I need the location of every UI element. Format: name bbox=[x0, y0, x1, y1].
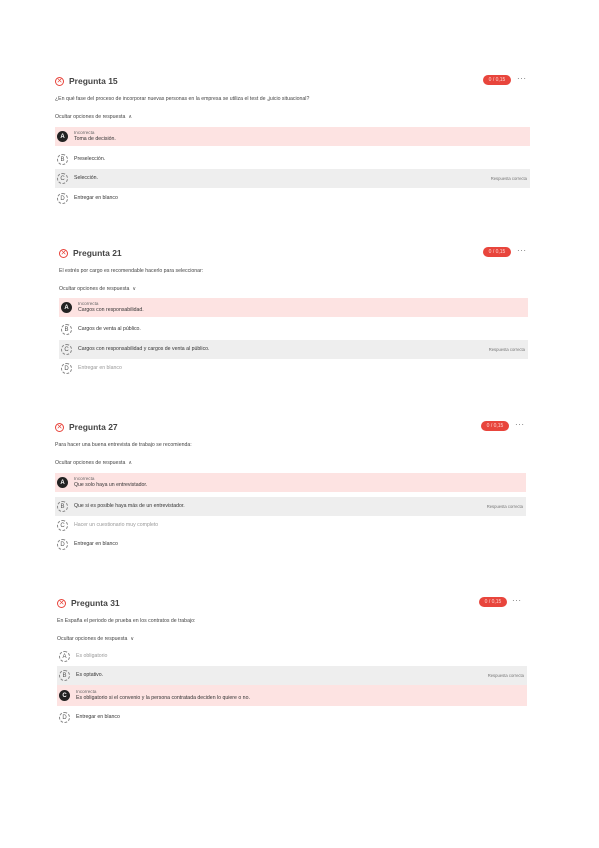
chevron-up-icon: ∧ bbox=[128, 460, 133, 466]
toggle-label: Ocultar opciones de respuesta bbox=[55, 114, 126, 120]
more-options-icon[interactable]: ··· bbox=[515, 420, 525, 429]
correct-answer-label: Respuesta correcta bbox=[487, 673, 524, 678]
question-card: ✕ Pregunta 27 0 / 0,15 ··· Para hacer un… bbox=[55, 420, 526, 561]
more-options-icon[interactable]: ··· bbox=[512, 596, 522, 605]
answer-option[interactable]: C Cargos con responsabilidad y cargos de… bbox=[59, 340, 528, 359]
toggle-answer-options[interactable]: Ocultar opciones de respuesta ∨ bbox=[57, 636, 134, 642]
question-header: ✕ Pregunta 31 bbox=[57, 597, 120, 609]
option-letter: A bbox=[59, 651, 70, 662]
score-badge: 0 / 0,15 bbox=[483, 75, 511, 85]
score-badge: 0 / 0,15 bbox=[481, 421, 509, 431]
chevron-down-icon: ∨ bbox=[132, 286, 137, 292]
toggle-answer-options[interactable]: Ocultar opciones de respuesta ∧ bbox=[55, 114, 132, 120]
option-text: Que solo haya un entrevistador. bbox=[74, 482, 148, 488]
chevron-up-icon: ∧ bbox=[128, 114, 133, 120]
answer-option[interactable]: C Hacer un cuestionario muy completo bbox=[55, 516, 526, 535]
option-text: Entregar en blanco bbox=[76, 714, 120, 720]
correct-answer-label: Respuesta correcta bbox=[486, 504, 523, 509]
toggle-label: Ocultar opciones de respuesta bbox=[57, 636, 128, 642]
score-badge: 0 / 0,15 bbox=[479, 597, 507, 607]
option-letter: B bbox=[57, 501, 68, 512]
option-text: Es obligatorio bbox=[76, 653, 108, 659]
question-card: ✕ Pregunta 15 0 / 0,15 ··· ¿En qué fase … bbox=[55, 74, 530, 215]
question-title: Pregunta 27 bbox=[69, 422, 118, 432]
answer-option[interactable]: D Entregar en blanco bbox=[59, 359, 528, 378]
answer-option[interactable]: B Que si es posible haya más de un entre… bbox=[55, 497, 526, 516]
option-letter: B bbox=[57, 154, 68, 165]
option-text: Preselección. bbox=[74, 156, 106, 162]
question-header: ✕ Pregunta 21 bbox=[59, 247, 122, 259]
option-letter: C bbox=[57, 173, 68, 184]
toggle-answer-options[interactable]: Ocultar opciones de respuesta ∨ bbox=[59, 286, 136, 292]
question-text: El estrés por cargo es recomendable hace… bbox=[59, 268, 204, 274]
option-text: Hacer un cuestionario muy completo bbox=[74, 522, 159, 528]
option-text: Es obligatorio si el convenio y la perso… bbox=[76, 695, 250, 701]
answer-option[interactable]: A Incorrecta Cargos con responsabilidad. bbox=[59, 298, 528, 317]
answer-option[interactable]: D Entregar en blanco bbox=[55, 535, 526, 554]
answer-option[interactable]: B Cargos de venta al público. bbox=[59, 320, 528, 339]
option-text: Entregar en blanco bbox=[78, 365, 122, 371]
question-title: Pregunta 21 bbox=[73, 248, 122, 258]
incorrect-x-icon: ✕ bbox=[59, 248, 68, 258]
question-text: En España el periodo de prueba en los co… bbox=[57, 618, 196, 624]
option-letter: D bbox=[57, 539, 68, 550]
option-text: Entregar en blanco bbox=[74, 195, 118, 201]
option-text: Entregar en blanco bbox=[74, 541, 118, 547]
answer-option[interactable]: A Incorrecta Que solo haya un entrevistad… bbox=[55, 473, 526, 492]
option-letter: D bbox=[61, 363, 72, 374]
answer-option[interactable]: C Selección. Respuesta correcta bbox=[55, 169, 530, 188]
answer-option[interactable]: D Entregar en blanco bbox=[57, 708, 527, 727]
answer-option[interactable]: B Preselección. bbox=[55, 150, 530, 169]
option-letter: A bbox=[61, 302, 72, 313]
option-letter: C bbox=[57, 520, 68, 531]
incorrect-x-icon: ✕ bbox=[55, 422, 64, 432]
answer-option[interactable]: D Entregar en blanco bbox=[55, 189, 530, 208]
incorrect-x-icon: ✕ bbox=[57, 598, 66, 608]
correct-answer-label: Respuesta correcta bbox=[488, 347, 525, 352]
score-badge: 0 / 0,15 bbox=[483, 247, 511, 257]
option-letter: C bbox=[61, 344, 72, 355]
question-card: ✕ Pregunta 31 0 / 0,15 ··· En España el … bbox=[57, 596, 527, 737]
correct-answer-label: Respuesta correcta bbox=[490, 176, 527, 181]
toggle-label: Ocultar opciones de respuesta bbox=[59, 286, 130, 292]
option-text: Selección. bbox=[74, 175, 98, 181]
option-text: Cargos de venta al público. bbox=[78, 326, 141, 332]
question-text: Para hacer una buena entrevista de traba… bbox=[55, 442, 192, 448]
chevron-down-icon: ∨ bbox=[130, 636, 135, 642]
option-text: Es optativo. bbox=[76, 672, 104, 678]
answer-option[interactable]: A Incorrecta Toma de decisión. bbox=[55, 127, 530, 146]
option-text: Cargos con responsabilidad y cargos de v… bbox=[78, 346, 210, 352]
question-text: ¿En qué fase del proceso de incorporar n… bbox=[55, 96, 310, 102]
question-title: Pregunta 31 bbox=[71, 598, 120, 608]
option-letter: C bbox=[59, 690, 70, 701]
option-letter: D bbox=[57, 193, 68, 204]
answer-option[interactable]: B Es optativo. Respuesta correcta bbox=[57, 666, 527, 685]
answer-option[interactable]: C Incorrecta Es obligatorio si el conveni… bbox=[57, 685, 527, 706]
question-title: Pregunta 15 bbox=[69, 76, 118, 86]
more-options-icon[interactable]: ··· bbox=[517, 246, 527, 255]
toggle-answer-options[interactable]: Ocultar opciones de respuesta ∧ bbox=[55, 460, 132, 466]
question-header: ✕ Pregunta 27 bbox=[55, 421, 118, 433]
toggle-label: Ocultar opciones de respuesta bbox=[55, 460, 126, 466]
option-letter: B bbox=[61, 324, 72, 335]
option-text: Toma de decisión. bbox=[74, 136, 116, 142]
option-text: Cargos con responsabilidad. bbox=[78, 307, 144, 313]
option-letter: D bbox=[59, 712, 70, 723]
option-letter: B bbox=[59, 670, 70, 681]
answer-option[interactable]: A Es obligatorio bbox=[57, 647, 527, 666]
option-letter: A bbox=[57, 131, 68, 142]
incorrect-x-icon: ✕ bbox=[55, 76, 64, 86]
option-text: Que si es posible haya más de un entrevi… bbox=[74, 503, 185, 509]
question-card: ✕ Pregunta 21 0 / 0,15 ··· El estrés por… bbox=[59, 246, 528, 387]
question-header: ✕ Pregunta 15 bbox=[55, 75, 118, 87]
more-options-icon[interactable]: ··· bbox=[517, 74, 527, 83]
option-letter: A bbox=[57, 477, 68, 488]
